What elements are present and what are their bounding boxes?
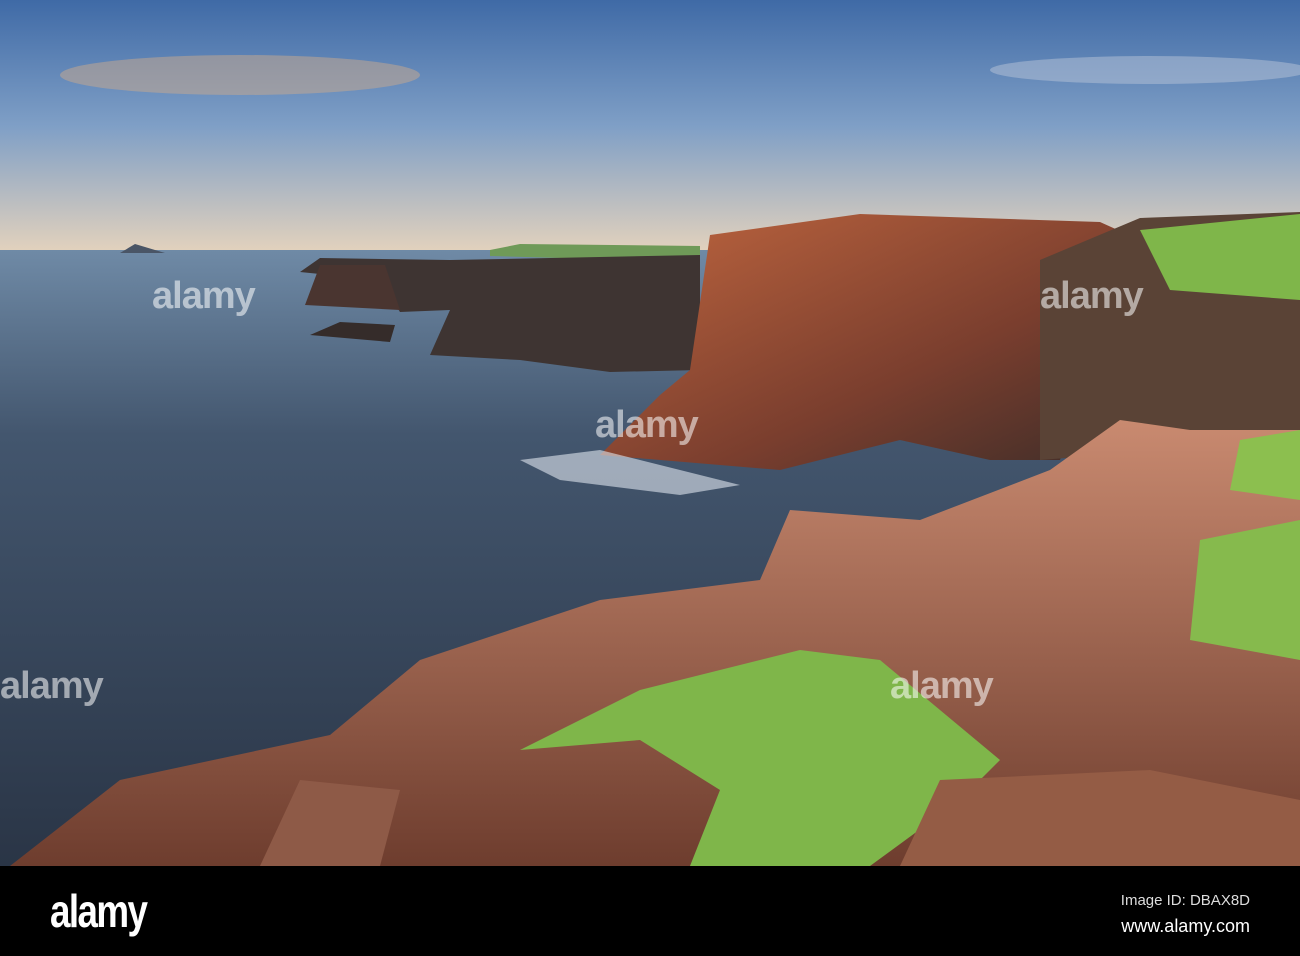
- image-id: Image ID: DBAX8D: [1120, 892, 1250, 909]
- sky: [0, 0, 1300, 252]
- site-url: www.alamy.com: [1121, 916, 1250, 936]
- watermark: alamy: [1040, 275, 1144, 317]
- footer-bar: alamy Image ID: DBAX8D www.alamy.com: [0, 866, 1300, 956]
- watermark: alamy: [152, 275, 256, 317]
- watermark: alamy: [595, 404, 699, 446]
- watermark: alamy: [890, 665, 994, 707]
- watermark: alamy: [0, 665, 104, 707]
- alamy-logo: alamy: [50, 885, 148, 937]
